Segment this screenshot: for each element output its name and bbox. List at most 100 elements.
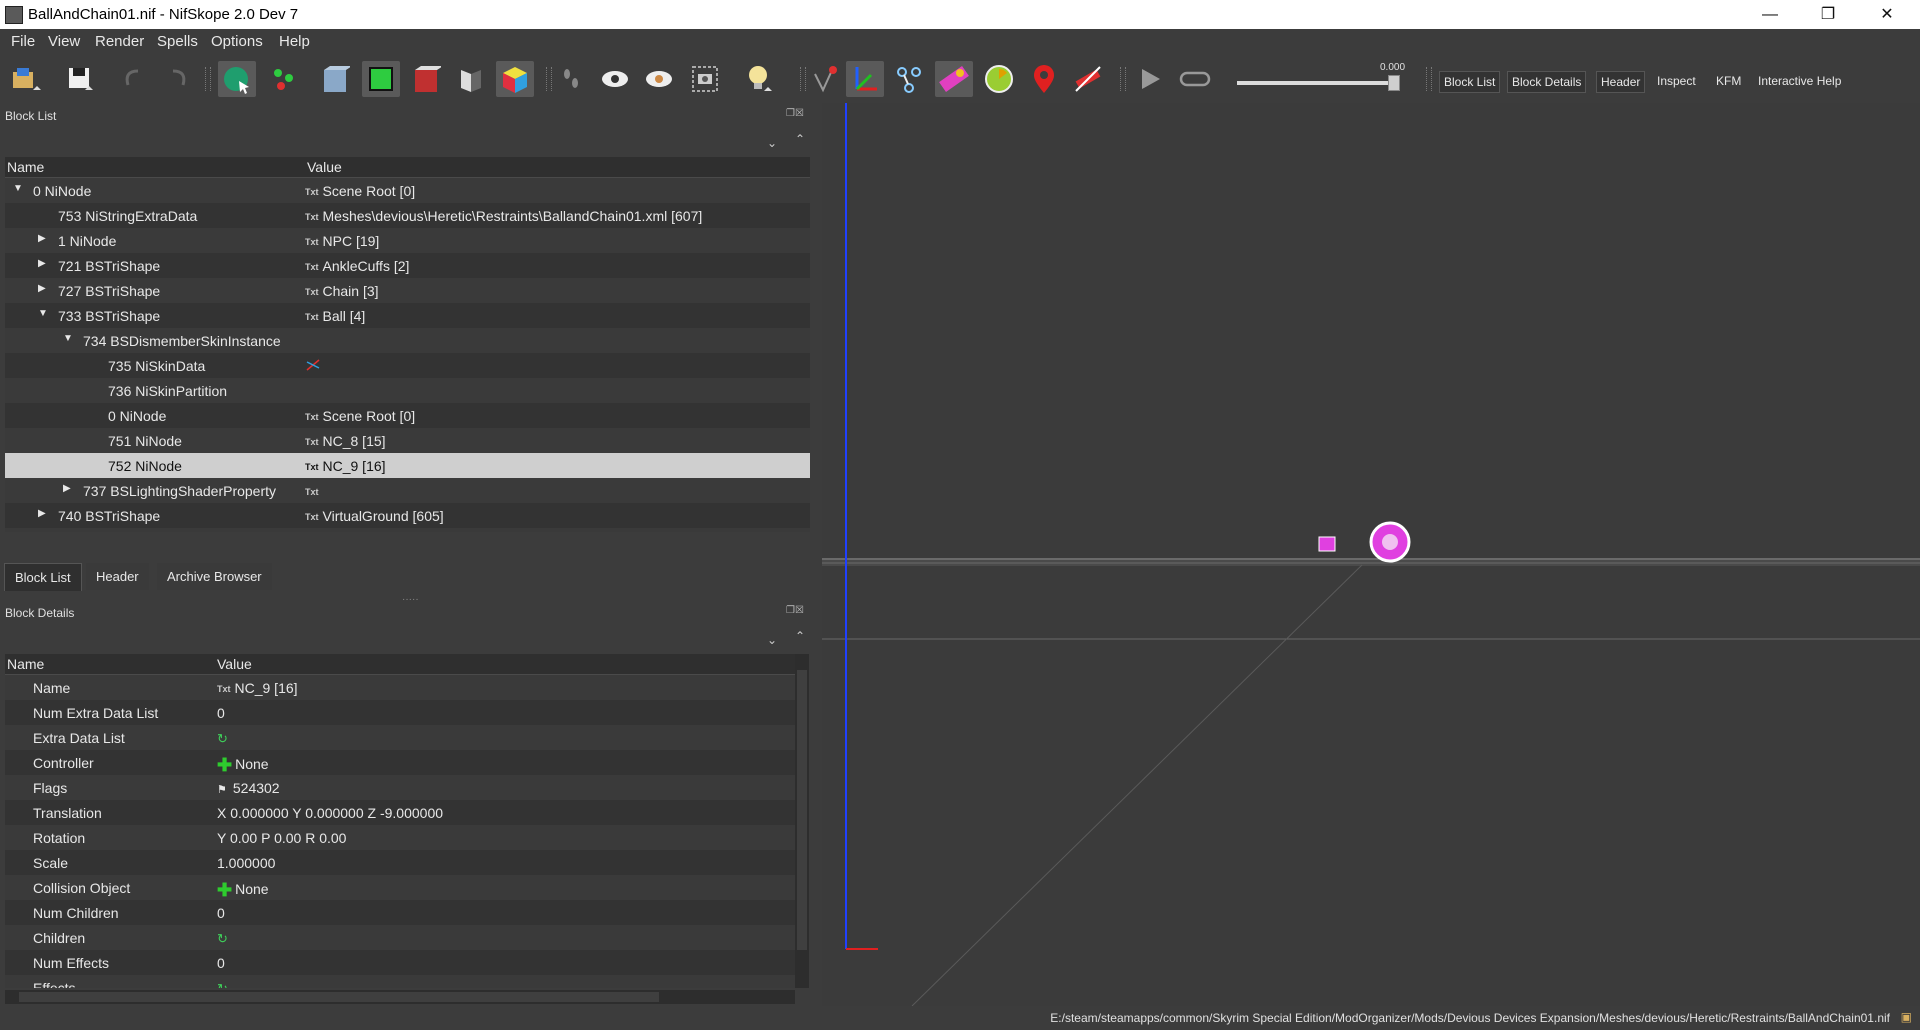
scroll-thumb[interactable] [19,992,659,1002]
table-row[interactable]: ▶ 737 BSLightingShaderProperty Txt [5,478,810,503]
table-row[interactable]: Num Extra Data List 0 [5,700,795,725]
markers-icon[interactable] [1025,61,1063,97]
block-list-panel-controls[interactable]: ❐☒ [786,108,804,119]
column-name[interactable]: Name [7,656,44,672]
view-shape-icon[interactable] [316,61,354,97]
table-row[interactable]: 735 NiSkinData [5,353,810,378]
toolbar-header-button[interactable]: Header [1596,71,1646,93]
view-normals-icon[interactable] [451,61,489,97]
table-row[interactable]: Name Txt NC_9 [16] [5,675,795,700]
3d-viewport[interactable] [822,103,1920,1006]
table-row[interactable]: ▼ 0 NiNode Txt Scene Root [0] [5,178,810,203]
hide-selection-icon[interactable] [1069,61,1107,97]
screenshot-icon[interactable] [686,61,724,97]
panel-splitter[interactable]: ····· [402,594,419,605]
add-link-icon[interactable]: ✚ [217,755,232,775]
skeleton-nodes-icon[interactable] [890,61,928,97]
collapse-arrow-icon[interactable]: ▼ [38,308,48,319]
toolbar-block-details-button[interactable]: Block Details [1507,71,1587,93]
menu-options[interactable]: Options [211,33,263,50]
minimize-button[interactable]: — [1741,0,1799,29]
axes-gizmo-icon[interactable] [846,61,884,97]
column-value[interactable]: Value [217,656,252,672]
tab-block-list[interactable]: Block List [4,563,82,591]
expand-all-icon[interactable]: ⌃ [795,132,805,146]
menu-file[interactable]: File [11,33,35,50]
table-row[interactable]: Rotation Y 0.00 P 0.00 R 0.00 [5,825,795,850]
table-row[interactable]: Flags ⚑ 524302 [5,775,795,800]
expand-arrow-icon[interactable]: ▶ [38,258,46,269]
collapse-all-icon[interactable]: ⌄ [767,136,777,150]
column-value[interactable]: Value [307,159,342,175]
footprints-icon[interactable] [552,61,590,97]
column-name[interactable]: Name [7,159,44,175]
table-row[interactable]: ▶ 740 BSTriShape Txt VirtualGround [605] [5,503,810,528]
loop-icon[interactable] [1176,61,1214,97]
table-row[interactable]: 736 NiSkinPartition [5,378,810,403]
toolbar-kfm-button[interactable]: KFM [1712,71,1745,91]
menu-spells[interactable]: Spells [157,33,198,50]
table-row[interactable]: Effects ↻ [5,975,795,988]
table-row[interactable]: Scale 1.000000 [5,850,795,875]
save-icon[interactable] [62,61,100,97]
table-row[interactable]: Translation X 0.000000 Y 0.000000 Z -9.0… [5,800,795,825]
collapse-arrow-icon[interactable]: ▼ [13,183,23,194]
toolbar-inspect-button[interactable]: Inspect [1653,71,1700,91]
menu-help[interactable]: Help [279,33,310,50]
expand-arrow-icon[interactable]: ▶ [38,233,46,244]
eye-hidden-icon[interactable] [640,61,678,97]
eye-icon[interactable] [596,61,634,97]
animation-slider[interactable] [1237,81,1394,85]
lightbulb-icon[interactable] [741,61,779,97]
refresh-array-icon[interactable]: ↻ [217,931,228,946]
view-texture-icon[interactable] [407,61,445,97]
details-expand-icon[interactable]: ⌃ [795,629,805,643]
expand-arrow-icon[interactable]: ▶ [63,483,71,494]
collapse-arrow-icon[interactable]: ▼ [63,333,73,344]
table-row[interactable]: Children ↻ [5,925,795,950]
expand-arrow-icon[interactable]: ▶ [38,508,46,519]
details-horizontal-scrollbar[interactable] [5,990,795,1004]
refresh-array-icon[interactable]: ↻ [217,981,228,988]
toolbar-interactive-help-button[interactable]: Interactive Help [1754,71,1845,91]
table-row[interactable]: Extra Data List ↻ [5,725,795,750]
redo-icon[interactable] [158,61,196,97]
block-details-panel-controls[interactable]: ❐☒ [786,605,804,616]
tab-header[interactable]: Header [86,563,149,590]
constraints-icon[interactable] [980,61,1018,97]
table-row[interactable]: ▶ 727 BSTriShape Txt Chain [3] [5,278,810,303]
wireframe-shape-icon[interactable] [362,61,400,97]
details-vertical-scrollbar[interactable] [795,654,809,988]
draw-axes-icon[interactable] [805,61,843,97]
view-colors-icon[interactable] [496,61,534,97]
table-row[interactable]: ▼ 734 BSDismemberSkinInstance [5,328,810,353]
table-row[interactable]: 0 NiNode Txt Scene Root [0] [5,403,810,428]
select-vertex-icon[interactable] [265,61,303,97]
menu-render[interactable]: Render [95,33,144,50]
add-link-icon[interactable]: ✚ [217,880,232,900]
table-row[interactable]: Controller ✚ None [5,750,795,775]
table-row[interactable]: Collision Object ✚ None [5,875,795,900]
refresh-array-icon[interactable]: ↻ [217,731,228,746]
select-object-icon[interactable] [218,61,256,97]
table-row[interactable]: 753 NiStringExtraData Txt Meshes\devious\… [5,203,810,228]
toolbar-block-list-button[interactable]: Block List [1439,71,1501,93]
open-icon[interactable] [8,61,46,97]
undo-icon[interactable] [115,61,153,97]
slider-handle[interactable] [1388,75,1400,91]
folder-icon[interactable]: ▣ [1901,1010,1912,1024]
play-icon[interactable] [1131,61,1169,97]
maximize-button[interactable]: ❐ [1799,0,1857,29]
menu-view[interactable]: View [48,33,80,50]
close-button[interactable]: ✕ [1858,0,1916,29]
table-row[interactable]: ▼ 733 BSTriShape Txt Ball [4] [5,303,810,328]
table-row[interactable]: 751 NiNode Txt NC_8 [15] [5,428,810,453]
table-row[interactable]: ▶ 721 BSTriShape Txt AnkleCuffs [2] [5,253,810,278]
flag-icon[interactable]: ⚑ [217,784,227,796]
details-collapse-icon[interactable]: ⌄ [767,633,777,647]
tab-archive-browser[interactable]: Archive Browser [157,563,272,590]
table-row-selected[interactable]: 752 NiNode Txt NC_9 [16] [5,453,810,478]
havok-icon[interactable] [935,61,973,97]
scroll-thumb[interactable] [797,670,807,950]
expand-arrow-icon[interactable]: ▶ [38,283,46,294]
